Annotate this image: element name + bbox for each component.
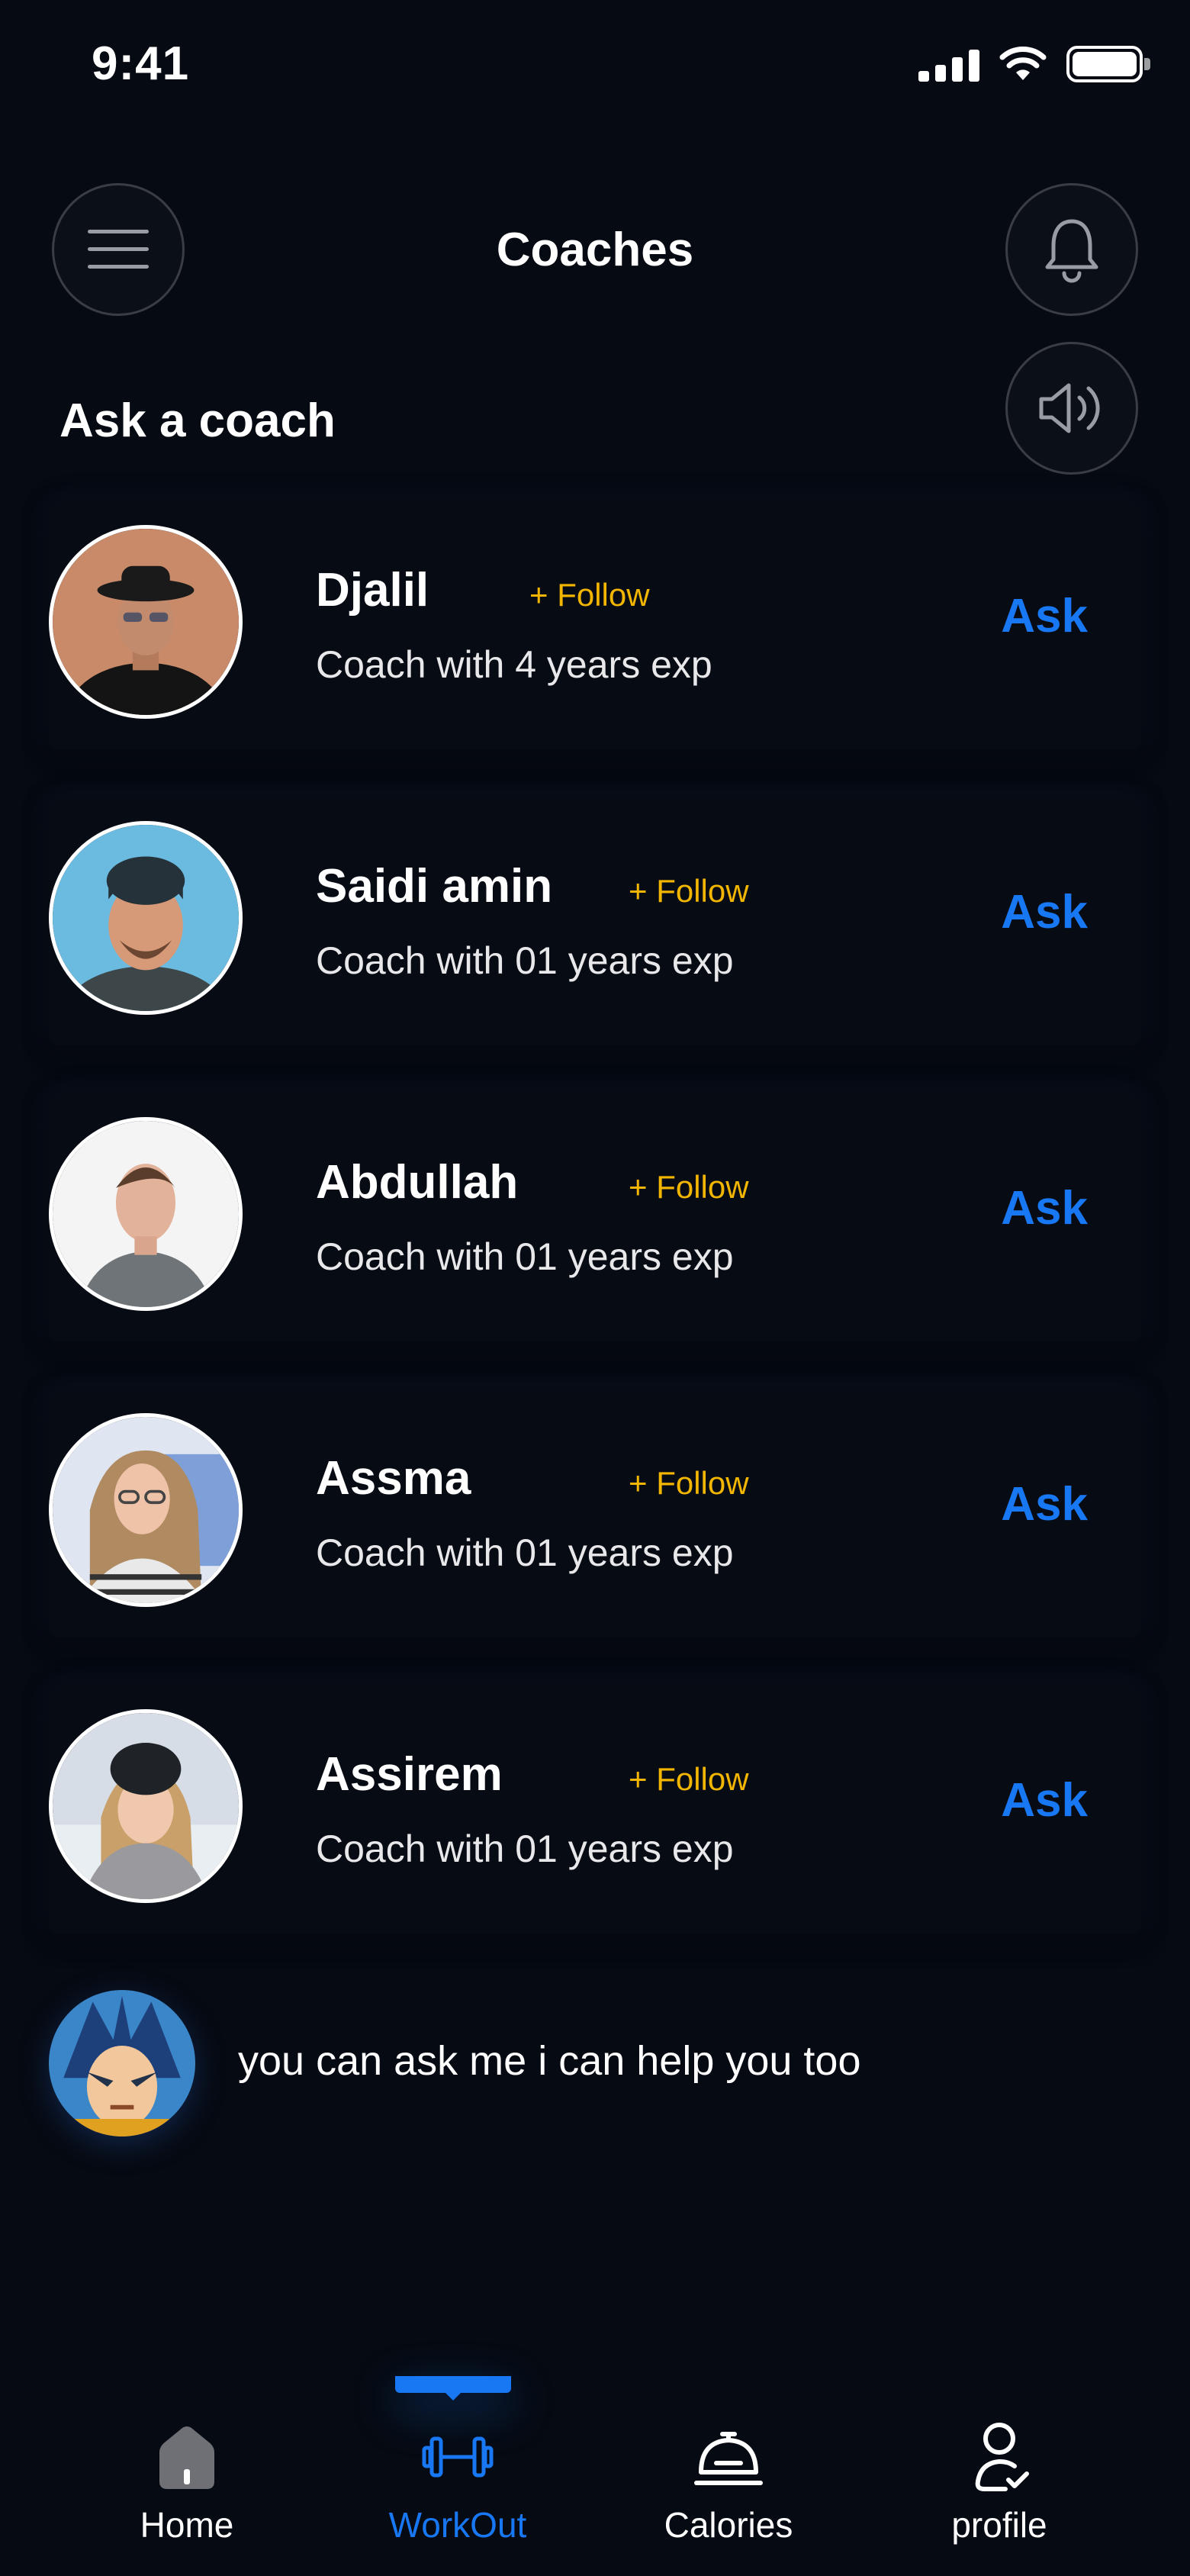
- nav-workout[interactable]: WorkOut: [343, 2373, 572, 2571]
- coach-experience: Coach with 01 years exp: [316, 1531, 734, 1574]
- follow-button[interactable]: + Follow: [529, 577, 650, 613]
- ask-button[interactable]: Ask: [1001, 1477, 1088, 1531]
- status-icons: [918, 46, 1150, 82]
- coach-name: Djalil: [316, 564, 429, 617]
- wifi-icon: [999, 47, 1047, 80]
- speaker-icon: [1039, 383, 1100, 433]
- dumbbell-icon: [422, 2436, 494, 2478]
- coach-experience: Coach with 4 years exp: [316, 643, 712, 686]
- follow-button[interactable]: + Follow: [629, 1761, 749, 1798]
- coach-name: Assma: [316, 1452, 471, 1505]
- coach-name: Abdullah: [316, 1156, 519, 1209]
- nav-label: profile: [951, 2505, 1047, 2545]
- coach-name: Saidi amin: [316, 860, 553, 913]
- coach-card[interactable]: Saidi amin + Follow Coach with 01 years …: [49, 798, 1141, 1045]
- cellular-signal-icon: [918, 47, 979, 82]
- coach-card[interactable]: Assirem + Follow Coach with 01 years exp…: [49, 1686, 1141, 1934]
- section-title: Ask a coach: [60, 394, 336, 447]
- ask-button[interactable]: Ask: [1001, 885, 1088, 939]
- coach-experience: Coach with 01 years exp: [316, 1827, 734, 1870]
- coaches-screen: 9:41 Coaches Ask a coach Djalil + Follow…: [0, 0, 1190, 2576]
- ask-button[interactable]: Ask: [1001, 1181, 1088, 1235]
- coach-avatar: [49, 1413, 243, 1607]
- nav-home[interactable]: Home: [72, 2373, 301, 2571]
- bell-icon: [1045, 219, 1098, 283]
- coach-avatar: [49, 821, 243, 1015]
- assistant-message: you can ask me i can help you too: [238, 2038, 861, 2084]
- coach-experience: Coach with 01 years exp: [316, 939, 734, 982]
- coach-avatar: [49, 1117, 243, 1311]
- nav-profile[interactable]: profile: [885, 2373, 1114, 2571]
- follow-button[interactable]: + Follow: [629, 873, 749, 910]
- ask-button[interactable]: Ask: [1001, 1773, 1088, 1827]
- bottom-navigation: Home WorkOut Calories profile: [0, 2373, 1190, 2576]
- notifications-button[interactable]: [1005, 183, 1138, 316]
- nav-label: WorkOut: [388, 2505, 527, 2545]
- sound-button[interactable]: [1005, 342, 1138, 475]
- follow-button[interactable]: + Follow: [629, 1465, 749, 1502]
- nav-label: Calories: [664, 2505, 793, 2545]
- nav-label: Home: [140, 2505, 234, 2545]
- ask-button[interactable]: Ask: [1001, 589, 1088, 643]
- food-cloche-icon: [694, 2432, 763, 2485]
- coach-card[interactable]: Abdullah + Follow Coach with 01 years ex…: [49, 1094, 1141, 1341]
- coach-name: Assirem: [316, 1748, 503, 1801]
- coach-avatar: [49, 1709, 243, 1903]
- nav-calories[interactable]: Calories: [614, 2373, 843, 2571]
- coach-avatar: [49, 525, 243, 719]
- user-check-icon: [975, 2423, 1029, 2491]
- battery-icon: [1066, 46, 1150, 82]
- assistant-avatar[interactable]: [49, 1990, 195, 2136]
- follow-button[interactable]: + Follow: [629, 1169, 749, 1206]
- status-time: 9:41: [92, 37, 190, 90]
- coach-card[interactable]: Djalil + Follow Coach with 4 years exp A…: [49, 502, 1141, 749]
- home-icon: [159, 2426, 214, 2489]
- coach-card[interactable]: Assma + Follow Coach with 01 years exp A…: [49, 1390, 1141, 1637]
- coach-experience: Coach with 01 years exp: [316, 1235, 734, 1278]
